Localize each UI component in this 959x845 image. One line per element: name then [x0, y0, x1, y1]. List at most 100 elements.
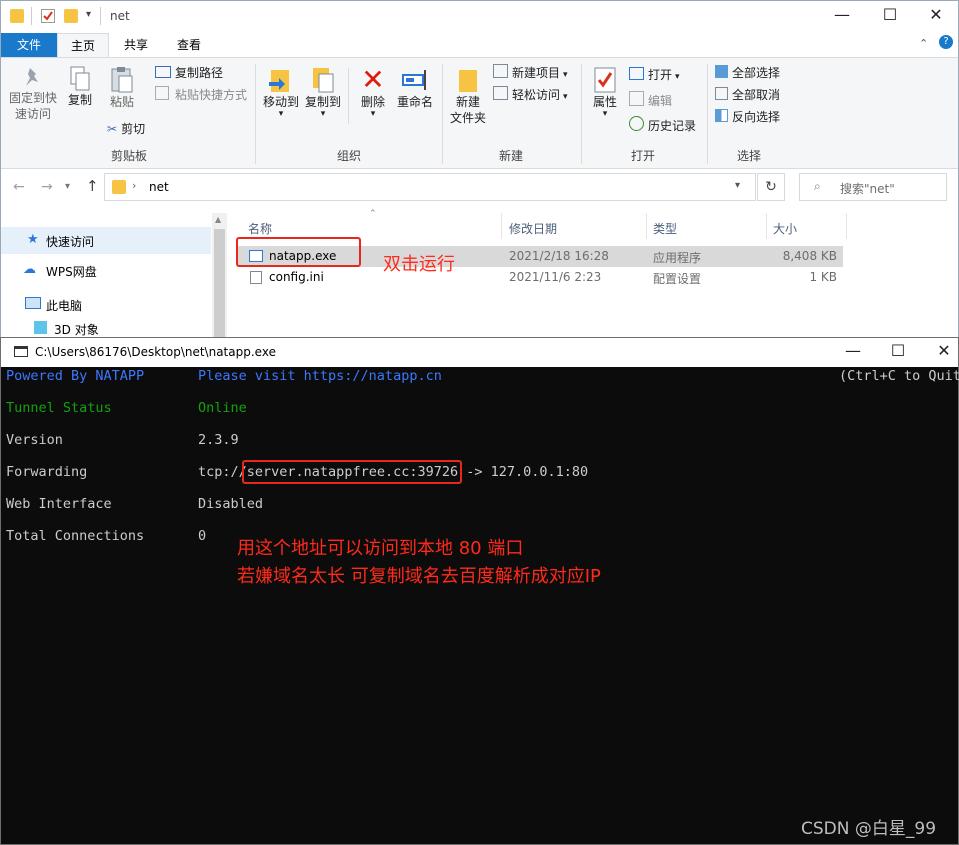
file-size: 1 KB	[809, 270, 837, 284]
column-divider	[846, 213, 847, 239]
explorer-window: ▾ net — ☐ ✕ 文件 主页 共享 查看 ⌃ ? 固定到快 速访问 复制	[0, 0, 959, 341]
easy-access-label: 轻松访问	[512, 88, 561, 102]
open-button[interactable]: 打开 ▾	[629, 66, 680, 86]
copy-button[interactable]: 复制	[63, 66, 97, 108]
copy-to-button[interactable]: 复制到 ▾	[303, 66, 343, 119]
column-header-name[interactable]: 名称	[248, 220, 272, 237]
tab-file[interactable]: 文件	[1, 33, 57, 57]
new-item-label: 新建项目	[512, 66, 561, 80]
ribbon: 固定到快 速访问 复制 粘贴 复制路径 粘贴快捷方式 ✂ 剪切 剪贴板 移动到 …	[1, 57, 958, 169]
breadcrumb-chevron-icon[interactable]: ›	[132, 179, 136, 192]
version-label: Version	[6, 432, 63, 448]
divider	[100, 7, 101, 25]
table-row[interactable]: config.ini 2021/11/6 2:23 配置设置 1 KB	[237, 267, 843, 288]
paste-label: 粘贴	[109, 95, 134, 109]
nav-item-this-pc[interactable]: 此电脑	[1, 293, 211, 315]
nav-scrollbar[interactable]: ▲	[212, 213, 227, 341]
address-dropdown-icon[interactable]: ▾	[735, 180, 740, 191]
select-all-button[interactable]: 全部选择	[715, 64, 780, 82]
minimize-icon[interactable]: —	[819, 5, 865, 24]
address-bar[interactable]: › net ▾	[104, 173, 756, 201]
copy-to-dropdown-icon: ▾	[320, 109, 326, 119]
forwarding-prefix: tcp://	[198, 464, 247, 480]
file-date: 2021/11/6 2:23	[509, 270, 602, 284]
nav-item-quick-access[interactable]: ★ 快速访问	[1, 227, 211, 254]
refresh-icon[interactable]: ↻	[757, 173, 785, 201]
search-input[interactable]: ⌕ 搜索"net"	[799, 173, 947, 201]
copy-path-button[interactable]: 复制路径	[155, 64, 223, 82]
total-connections-label: Total Connections	[6, 528, 145, 544]
tab-view[interactable]: 查看	[163, 33, 215, 57]
forward-icon[interactable]: →	[41, 179, 53, 195]
powered-by-value: Please visit https://natapp.cn	[198, 368, 442, 384]
tab-home[interactable]: 主页	[57, 33, 109, 58]
select-none-button[interactable]: 全部取消	[715, 86, 780, 104]
history-icon	[629, 116, 644, 131]
nav-item-wps[interactable]: ☁ WPS网盘	[1, 259, 211, 281]
minimize-icon[interactable]: —	[830, 341, 876, 360]
move-to-dropdown-icon: ▾	[278, 109, 284, 119]
paste-button[interactable]: 粘贴	[105, 66, 139, 110]
delete-button[interactable]: ✕ 删除 ▾	[355, 66, 391, 119]
properties-check-icon[interactable]	[41, 9, 55, 23]
nav-item-3d-objects[interactable]: 3D 对象	[1, 317, 211, 339]
back-icon[interactable]: ←	[13, 179, 25, 195]
invert-selection-icon	[715, 109, 728, 122]
cut-button[interactable]: ✂ 剪切	[107, 120, 145, 138]
new-item-button[interactable]: 新建项目 ▾	[493, 64, 568, 84]
history-button[interactable]: 历史记录	[629, 116, 696, 135]
breadcrumb-net[interactable]: net	[149, 180, 169, 194]
close-icon[interactable]: ✕	[921, 341, 959, 360]
new-folder-icon[interactable]	[64, 9, 78, 23]
address-folder-icon	[112, 180, 126, 194]
open-group-label: 打开	[630, 149, 655, 163]
paste-shortcut-label: 粘贴快捷方式	[175, 88, 248, 102]
cube-icon	[34, 321, 47, 334]
tab-share[interactable]: 共享	[111, 33, 161, 57]
new-folder-button[interactable]: 新建 文件夹	[447, 66, 489, 126]
help-icon[interactable]: ?	[939, 35, 953, 49]
scroll-up-icon[interactable]: ▲	[215, 215, 221, 224]
version-value: 2.3.9	[198, 432, 239, 448]
search-placeholder: 搜索"net"	[840, 182, 895, 196]
folder-icon	[10, 9, 24, 23]
pin-icon	[22, 66, 44, 90]
column-header-size[interactable]: 大小	[773, 220, 797, 237]
organize-group-label: 组织	[336, 149, 361, 163]
invert-selection-label: 反向选择	[732, 110, 781, 124]
edit-button[interactable]: 编辑	[629, 91, 672, 110]
properties-button[interactable]: 属性 ▾	[587, 66, 623, 119]
ribbon-tabs: 文件 主页 共享 查看 ⌃ ?	[1, 33, 958, 58]
divider	[348, 68, 349, 124]
window-title: net	[110, 9, 130, 23]
new-group-label: 新建	[498, 149, 523, 163]
cut-label: 剪切	[121, 122, 146, 136]
annotation-line2: 若嫌域名太长 可复制域名去百度解析成对应IP	[237, 566, 601, 587]
properties-dropdown-icon: ▾	[602, 109, 608, 119]
customize-qat-icon[interactable]: ▾	[86, 9, 91, 20]
rename-button[interactable]: 重命名	[395, 66, 435, 110]
easy-access-button[interactable]: 轻松访问 ▾	[493, 86, 568, 106]
search-icon: ⌕	[814, 179, 821, 193]
scrollbar-thumb[interactable]	[214, 229, 225, 337]
invert-selection-button[interactable]: 反向选择	[715, 108, 780, 126]
properties-icon	[593, 66, 617, 94]
up-icon[interactable]: ↑	[86, 177, 99, 195]
pin-quick-access-button[interactable]: 固定到快 速访问	[5, 66, 61, 122]
edit-label: 编辑	[648, 94, 673, 108]
close-icon[interactable]: ✕	[913, 5, 959, 24]
move-to-button[interactable]: 移动到 ▾	[261, 66, 301, 119]
copy-to-label: 复制到	[304, 95, 341, 109]
pin-label-line2: 速访问	[14, 107, 51, 121]
maximize-icon[interactable]: ☐	[867, 5, 913, 24]
sort-ascending-icon: ⌃	[369, 209, 377, 219]
paste-shortcut-button[interactable]: 粘贴快捷方式	[155, 86, 247, 104]
group-separator	[255, 64, 256, 164]
collapse-ribbon-icon[interactable]: ⌃	[919, 37, 928, 50]
recent-locations-icon[interactable]: ▾	[65, 181, 70, 192]
explorer-titlebar: ▾ net — ☐ ✕	[1, 1, 958, 33]
column-header-date[interactable]: 修改日期	[509, 220, 557, 237]
new-item-icon	[493, 64, 508, 78]
maximize-icon[interactable]: ☐	[875, 341, 921, 360]
column-header-type[interactable]: 类型	[653, 220, 677, 237]
